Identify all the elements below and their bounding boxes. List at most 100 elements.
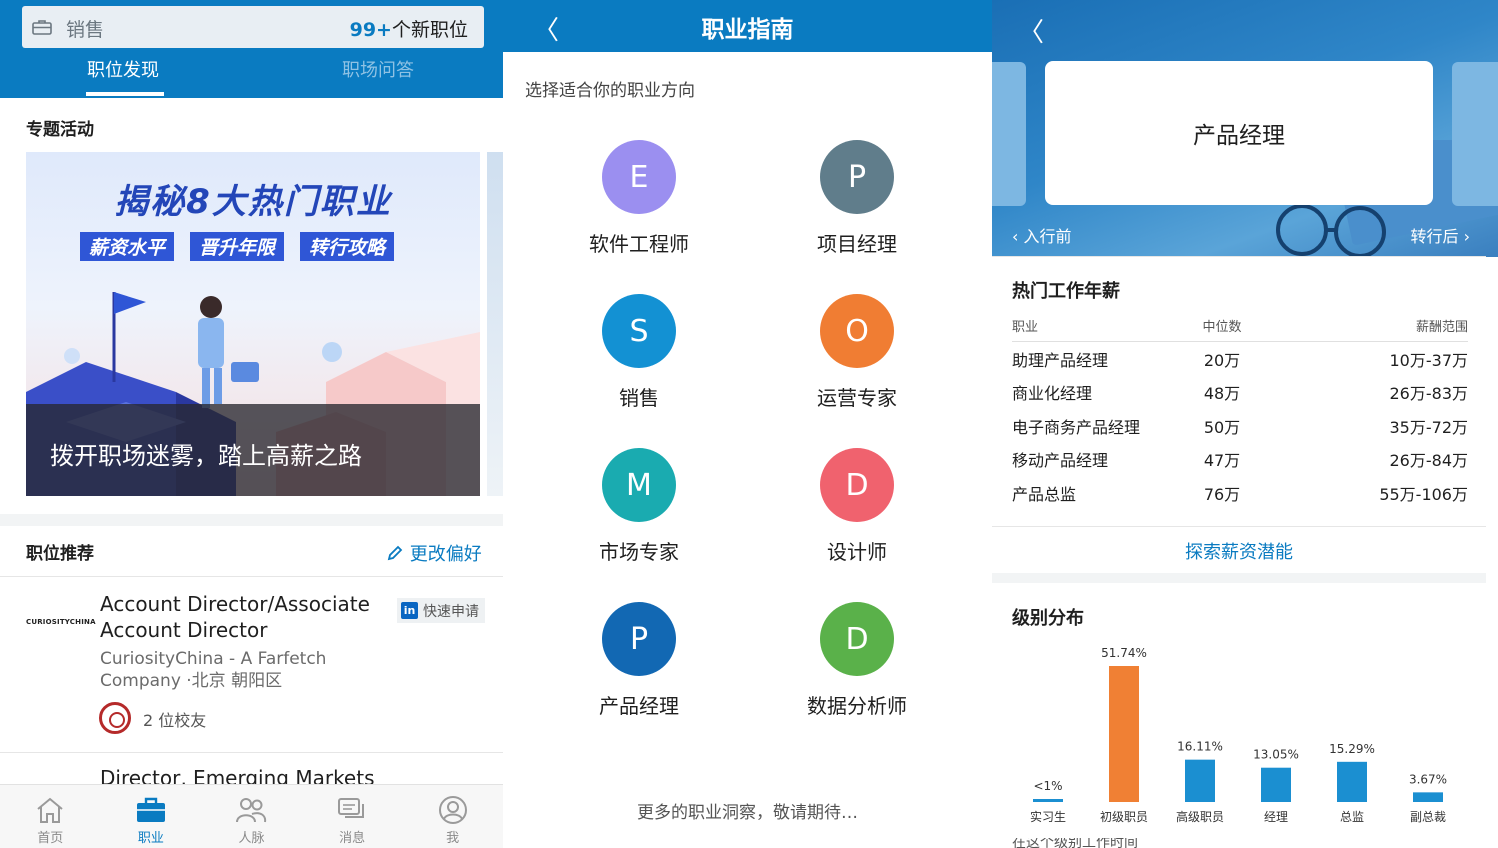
featured-section-title: 专题活动: [26, 120, 94, 140]
career-option-data-analyst[interactable]: D 数据分析师: [757, 602, 957, 719]
chart-category-label: 高级职员: [1176, 809, 1224, 824]
bottom-navigation: 首页 职业 人脉 消息 我: [0, 784, 503, 848]
linkedin-icon: in: [401, 602, 418, 619]
top-header: 销售 99+个新职位 职位发现 职场问答: [0, 0, 503, 98]
career-option-software-engineer[interactable]: E 软件工程师: [539, 140, 739, 257]
next-banner-peek[interactable]: [487, 152, 503, 496]
page-title: 职业指南: [701, 17, 794, 43]
nav-me[interactable]: 我: [402, 785, 503, 848]
career-letter-avatar: D: [820, 448, 894, 522]
table-header: 职业 中位数 薪酬范围: [1012, 316, 1468, 342]
career-label: 数据分析师: [807, 694, 907, 718]
nav-network[interactable]: 人脉: [201, 785, 302, 848]
home-icon: [37, 797, 63, 823]
explore-salary-link[interactable]: 探索薪资潜能: [992, 538, 1486, 564]
banner-tags: 薪资水平 晋升年限 转行攻略: [80, 232, 395, 261]
table-row: 产品总监 76万 55万-106万: [1012, 484, 1468, 504]
chart-bar: [1033, 799, 1063, 802]
career-letter-avatar: P: [820, 140, 894, 214]
career-option-operations[interactable]: O 运营专家: [757, 294, 957, 411]
career-label: 设计师: [827, 540, 887, 564]
alumni-count: 2 位校友: [143, 711, 207, 730]
table-row: 电子商务产品经理 50万 35万-72万: [1012, 417, 1468, 437]
chart-bar: [1185, 759, 1215, 802]
featured-banner[interactable]: 揭秘8大热门职业 薪资水平 晋升年限 转行攻略 拨开职场迷雾，踏上高薪之路: [26, 152, 480, 496]
section-divider: [992, 573, 1486, 583]
nav-home[interactable]: 首页: [0, 785, 101, 848]
top-header: 〈 职业指南: [503, 0, 992, 52]
career-letter-avatar: O: [820, 294, 894, 368]
chart-value-label: 13.05%: [1253, 748, 1299, 762]
job-company-location: CuriosityChina - A Farfetch Company ·北京 …: [100, 649, 327, 691]
messages-icon: [338, 798, 365, 818]
chart-bar: [1109, 666, 1139, 802]
career-option-sales[interactable]: S 销售: [539, 294, 739, 411]
chart-category-label: 实习生: [1030, 809, 1066, 824]
edit-preferences-link[interactable]: 更改偏好: [386, 540, 482, 566]
quick-apply-button[interactable]: in 快速申请: [397, 598, 485, 623]
table-row: 移动产品经理 47万 26万-84万: [1012, 451, 1468, 471]
search-bar[interactable]: 销售 99+个新职位: [22, 6, 484, 48]
career-option-designer[interactable]: D 设计师: [757, 448, 957, 565]
banner-headline: 揭秘8大热门职业: [114, 182, 392, 222]
section-divider: [0, 514, 503, 526]
back-arrow-icon[interactable]: 〈: [1018, 12, 1044, 49]
banner-tag: 转行攻略: [300, 232, 395, 261]
active-tab-indicator: [86, 92, 164, 96]
career-option-marketing[interactable]: M 市场专家: [539, 448, 739, 565]
chart-category-label: 总监: [1340, 810, 1364, 824]
career-guide-screen: 〈 职业指南 选择适合你的职业方向 E 软件工程师 P 项目经理 S 销售 O …: [503, 0, 992, 848]
table-row: 商业化经理 48万 26万-83万: [1012, 384, 1468, 404]
career-option-project-manager[interactable]: P 项目经理: [757, 140, 957, 257]
career-letter-avatar: S: [602, 294, 676, 368]
chart-bar: [1261, 767, 1291, 802]
briefcase-icon: [32, 20, 52, 35]
banner-tag: 晋升年限: [190, 232, 285, 261]
level-distribution-chart: <1% 实习生 51.74% 初级职员 16.11% 高级职员 13.05% 经理 15.29%…: [1030, 646, 1447, 824]
career-label: 运营专家: [817, 386, 897, 410]
job-title[interactable]: Account Director/Associate Account Direc…: [100, 591, 390, 643]
recommend-section-title: 职位推荐: [26, 544, 94, 564]
career-option-product-manager[interactable]: P 产品经理: [539, 602, 739, 719]
chart-category-label: 初级职员: [1100, 810, 1148, 824]
career-label: 市场专家: [599, 540, 679, 564]
tenure-section-title: 在这个级别工作时间: [1012, 838, 1138, 848]
tab-job-discovery[interactable]: 职位发现: [87, 56, 159, 82]
new-jobs-count: 99+个新职位: [349, 19, 468, 41]
divider: [992, 256, 1486, 257]
career-letter-avatar: E: [602, 140, 676, 214]
chart-bar: [1413, 792, 1443, 802]
chart-value-label: 15.29%: [1329, 742, 1375, 756]
salary-table: 职业 中位数 薪酬范围 助理产品经理 20万 10万-37万 商业化经理 48万 26万…: [1012, 316, 1468, 510]
distribution-section-title: 级别分布: [1012, 608, 1084, 629]
banner-caption-bar: 拨开职场迷雾，踏上高薪之路: [26, 404, 480, 496]
career-label: 软件工程师: [589, 232, 689, 256]
more-insights-footer: 更多的职业洞察，敬请期待…: [637, 803, 858, 823]
profile-icon: [438, 796, 467, 824]
chart-value-label: 51.74%: [1101, 646, 1147, 660]
career-hero: 〈 产品经理 ‹ 入行前 转行后 ›: [992, 0, 1498, 257]
salary-section-title: 热门工作年薪: [1012, 281, 1120, 302]
table-row: 助理产品经理 20万 10万-37万: [1012, 350, 1468, 370]
nav-jobs[interactable]: 职业: [101, 785, 202, 848]
career-label: 产品经理: [599, 694, 679, 718]
next-career-card[interactable]: [1452, 62, 1498, 206]
career-label: 销售: [619, 386, 659, 410]
nav-messages[interactable]: 消息: [302, 785, 403, 848]
search-query: 销售: [66, 19, 105, 41]
career-letter-avatar: M: [602, 448, 676, 522]
chart-value-label: 16.11%: [1177, 740, 1223, 754]
career-label: 项目经理: [817, 232, 897, 256]
banner-tag: 薪资水平: [80, 232, 175, 261]
chart-value-label: 3.67%: [1409, 772, 1447, 786]
chart-value-label: <1%: [1033, 779, 1062, 793]
pencil-icon: [387, 545, 403, 561]
chart-category-label: 经理: [1264, 810, 1288, 824]
chart-category-label: 副总裁: [1410, 810, 1446, 824]
company-logo: CURIOSITYCHINA: [26, 618, 96, 626]
before-entry-link[interactable]: ‹ 入行前: [1012, 223, 1072, 247]
career-title-card: 产品经理: [1045, 61, 1433, 205]
after-switch-link[interactable]: 转行后 ›: [1411, 223, 1471, 247]
prev-career-card[interactable]: [992, 62, 1026, 206]
tab-career-qa[interactable]: 职场问答: [342, 56, 414, 82]
